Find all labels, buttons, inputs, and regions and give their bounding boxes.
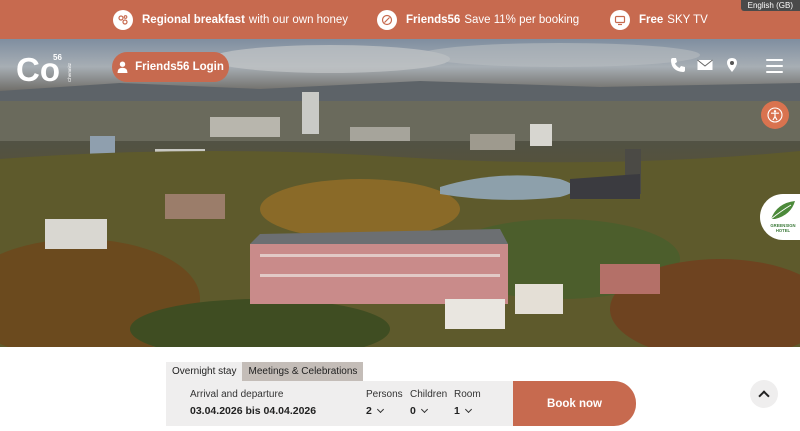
chevron-down-icon xyxy=(420,405,428,414)
header-contact-icons xyxy=(670,57,740,73)
tab-overnight-stay[interactable]: Overnight stay xyxy=(166,362,243,381)
children-label: Children xyxy=(410,389,448,400)
back-to-top-button[interactable] xyxy=(750,380,778,408)
hotel-logo[interactable]: Co 56 Chemnitz xyxy=(16,51,76,88)
friends56-login-button[interactable]: Friends56 Login xyxy=(112,52,229,82)
promo-skytv-text: SKY TV xyxy=(667,14,708,26)
location-icon[interactable] xyxy=(724,57,740,73)
arrival-date-picker[interactable]: 03.04.2026 bis 04.04.2026 xyxy=(190,405,316,417)
persons-label: Persons xyxy=(366,389,403,400)
leaf-icon xyxy=(770,201,795,220)
promo-bar: Regional breakfast with our own honey Fr… xyxy=(0,0,800,39)
book-now-button[interactable]: Book now xyxy=(513,381,636,426)
city-panorama xyxy=(0,43,800,347)
language-switch[interactable]: English (GB) xyxy=(740,0,800,11)
children-select[interactable]: 0 xyxy=(410,405,428,417)
booking-tabs: Overnight stay Meetings & Celebrations xyxy=(166,362,364,381)
arrival-label: Arrival and departure xyxy=(190,389,284,400)
arrival-value: 03.04.2026 bis 04.04.2026 xyxy=(190,405,317,417)
tv-icon xyxy=(610,10,630,30)
persons-value: 2 xyxy=(366,405,372,417)
logo-number: 56 xyxy=(53,53,62,62)
room-label: Room xyxy=(454,389,481,400)
room-select[interactable]: 1 xyxy=(454,405,472,417)
menu-icon[interactable] xyxy=(766,59,783,73)
phone-icon[interactable] xyxy=(670,57,686,73)
promo-breakfast[interactable]: Regional breakfast with our own honey xyxy=(113,10,348,30)
tab-meetings-celebrations[interactable]: Meetings & Celebrations xyxy=(242,362,364,381)
persons-select[interactable]: 2 xyxy=(366,405,384,417)
promo-breakfast-title: Regional breakfast xyxy=(142,14,245,26)
promo-friends56[interactable]: Friends56 Save 11% per booking xyxy=(377,10,579,30)
chevron-up-icon xyxy=(758,390,770,402)
promo-breakfast-text: with our own honey xyxy=(248,14,348,26)
promo-friends56-text: Save 11% per booking xyxy=(464,14,580,26)
discount-icon xyxy=(377,10,397,30)
hero-image: Co 56 Chemnitz Friends56 Login GREENSIGN… xyxy=(0,39,800,347)
user-icon xyxy=(117,61,128,73)
greensign-label: GREENSIGN HOTEL xyxy=(770,223,796,233)
chevron-down-icon xyxy=(376,405,384,414)
greensign-badge[interactable]: GREENSIGN HOTEL xyxy=(760,194,800,240)
login-label: Friends56 Login xyxy=(135,61,224,73)
room-value: 1 xyxy=(454,405,460,417)
promo-friends56-title: Friends56 xyxy=(406,14,461,26)
children-value: 0 xyxy=(410,405,416,417)
honey-icon xyxy=(113,10,133,30)
chevron-down-icon xyxy=(464,405,472,414)
mail-icon[interactable] xyxy=(697,57,713,73)
promo-skytv-title: Free xyxy=(639,14,664,26)
logo-city: Chemnitz xyxy=(67,62,72,82)
accessibility-icon[interactable] xyxy=(761,101,789,129)
promo-skytv[interactable]: Free SKY TV xyxy=(610,10,708,30)
